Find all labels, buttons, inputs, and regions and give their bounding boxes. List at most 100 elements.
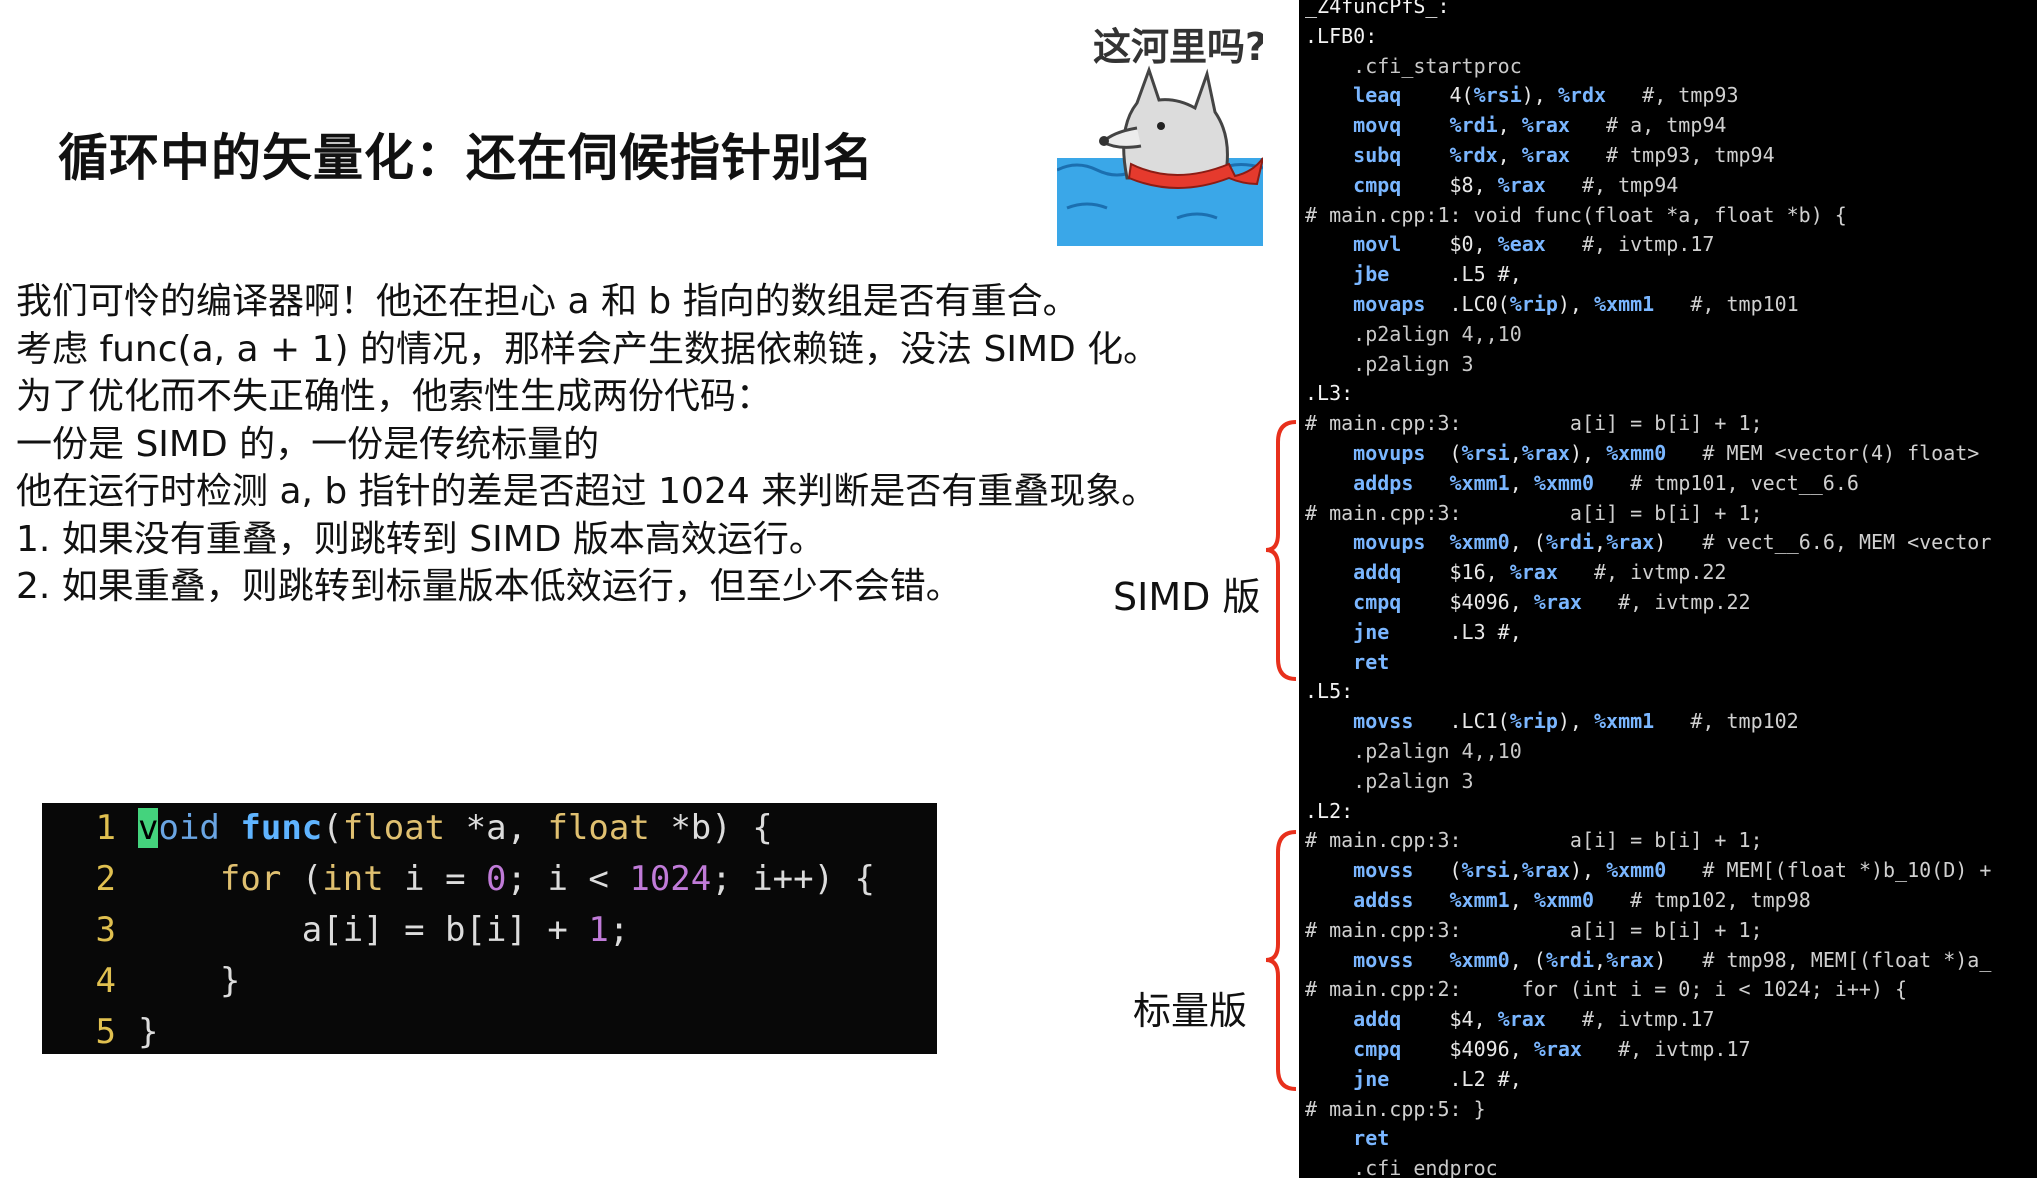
asm-comment: # tmp98, MEM[(float *)a_: [1666, 947, 1992, 972]
asm-operands: $4096, %rax: [1449, 1037, 1582, 1061]
number: 1: [588, 910, 609, 950]
asm-line: # main.cpp:3: a[i] = b[i] + 1;: [1305, 409, 1763, 439]
asm-mnemonic: cmpq: [1353, 590, 1450, 614]
asm-operands: $16, %rax: [1449, 560, 1558, 585]
asm-mnemonic: movss: [1353, 709, 1450, 734]
asm-comment: # main.cpp:2: for (int i = 0; i < 1024; …: [1305, 977, 1908, 1002]
asm-operands: .L3 #,: [1449, 619, 1522, 644]
asm-operands: .LC1(%rip), %xmm1: [1449, 709, 1655, 734]
asm-mnemonic: movups: [1353, 441, 1450, 465]
asm-mnemonic: ret: [1353, 1126, 1450, 1151]
asm-comment: # main.cpp:3: a[i] = b[i] + 1;: [1305, 411, 1763, 436]
asm-line: # main.cpp:1: void func(float *a, float …: [1305, 201, 1847, 231]
asm-line: subq %rdx, %rax # tmp93, tmp94: [1305, 141, 1774, 171]
asm-line: movq %rdi, %rax # a, tmp94: [1305, 111, 1726, 141]
asm-operands: 4(%rsi), %rdx: [1449, 83, 1607, 108]
asm-label: .L5:: [1305, 679, 1354, 704]
code-text: }: [138, 1012, 159, 1052]
asm-line: leaq 4(%rsi), %rdx #, tmp93: [1305, 81, 1738, 111]
asm-operands: %xmm0, (%rdi,%rax): [1449, 947, 1667, 972]
number: 1024: [629, 859, 712, 899]
asm-line: cmpq $8, %rax #, tmp94: [1305, 171, 1678, 201]
asm-operands: %rdi, %rax: [1449, 113, 1570, 138]
code-text: (: [322, 808, 343, 848]
asm-mnemonic: addps: [1353, 470, 1450, 495]
asm-comment: # main.cpp:5: }: [1305, 1096, 1486, 1121]
asm-comment: #, tmp94: [1545, 172, 1679, 197]
explanation-line: 1. 如果没有重叠，则跳转到 SIMD 版本高效运行。: [16, 518, 825, 560]
asm-line: .cfi_endproc: [1305, 1154, 1498, 1178]
asm-line: addq $16, %rax #, ivtmp.22: [1305, 558, 1726, 588]
line-number: 1: [95, 808, 116, 848]
asm-operands: %xmm1, %xmm0: [1449, 888, 1595, 912]
line-number: 3: [95, 910, 116, 950]
asm-mnemonic: movss: [1353, 858, 1450, 883]
simd-brace: [1265, 420, 1297, 681]
asm-mnemonic: jbe: [1353, 262, 1450, 287]
asm-operands: .LC0(%rip), %xmm1: [1449, 292, 1655, 316]
asm-line: .cfi_startproc: [1305, 52, 1522, 82]
asm-operands: $8, %rax: [1449, 172, 1546, 197]
dog-in-water-icon: [1057, 65, 1263, 246]
explanation-line: 考虑 func(a, a + 1) 的情况，那样会产生数据依赖链，没法 SIMD…: [16, 328, 1160, 370]
asm-comment: # main.cpp:1: void func(float *a, float …: [1305, 202, 1847, 227]
code-text: }: [138, 961, 241, 1001]
source-code-editor: 1 void func(float *a, float *b) { 2 for (…: [42, 803, 937, 1054]
code-line: 5}: [42, 1007, 159, 1058]
asm-comment: # main.cpp:3: a[i] = b[i] + 1;: [1305, 917, 1763, 942]
asm-mnemonic: movq: [1353, 113, 1450, 138]
asm-line: cmpq $4096, %rax #, ivtmp.17: [1305, 1035, 1751, 1065]
asm-line: movups %xmm0, (%rdi,%rax) # vect__6.6, M…: [1305, 528, 1991, 558]
asm-comment: #, ivtmp.17: [1545, 232, 1715, 257]
type: int: [322, 859, 384, 899]
asm-mnemonic: ret: [1353, 649, 1450, 674]
code-text: ;: [608, 910, 630, 950]
asm-line: ret: [1305, 1124, 1450, 1154]
asm-operands: (%rsi,%rax), %xmm0: [1449, 441, 1667, 465]
asm-line: .p2align 3: [1305, 767, 1473, 797]
asm-label: .L3:: [1305, 381, 1354, 406]
asm-comment: # tmp101, vect__6.6: [1594, 470, 1859, 495]
asm-line: jne .L2 #,: [1305, 1065, 1522, 1095]
asm-label: .L2:: [1305, 798, 1354, 823]
asm-comment: #, tmp102: [1654, 709, 1799, 734]
scalar-version-label: 标量版: [1133, 989, 1248, 1033]
asm-line: movups (%rsi,%rax), %xmm0 # MEM <vector(…: [1305, 439, 1979, 469]
asm-line: cmpq $4096, %rax #, ivtmp.22: [1305, 588, 1751, 618]
asm-operands: (%rsi,%rax), %xmm0: [1449, 858, 1667, 883]
asm-line: movl $0, %eax #, ivtmp.17: [1305, 230, 1714, 260]
asm-line: movss %xmm0, (%rdi,%rax) # tmp98, MEM[(f…: [1305, 946, 1991, 976]
asm-mnemonic: movups: [1353, 530, 1450, 555]
asm-comment: #, ivtmp.22: [1557, 560, 1727, 585]
asm-line: movaps .LC0(%rip), %xmm1 #, tmp101: [1305, 290, 1799, 320]
asm-mnemonic: subq: [1353, 143, 1450, 167]
type: float: [342, 808, 446, 848]
asm-line: .L3:: [1305, 379, 1353, 409]
code-text: i =: [383, 859, 487, 899]
code-text: ; i <: [506, 859, 630, 899]
asm-mnemonic: cmpq: [1353, 172, 1450, 197]
explanation-text: 我们可怜的编译器啊！他还在担心 a 和 b 指向的数组是否有重合。 考虑 fun…: [16, 278, 1159, 611]
asm-comment: #, ivtmp.17: [1581, 1037, 1751, 1061]
line-number: 4: [95, 961, 116, 1001]
simd-version-label: SIMD 版: [1113, 575, 1261, 619]
number: 0: [486, 859, 507, 899]
asm-line: .p2align 4,,10: [1305, 737, 1522, 767]
asm-mnemonic: jne: [1353, 619, 1450, 644]
code-line: 4 }: [42, 956, 241, 1007]
code-text: (: [281, 859, 323, 899]
explanation-line: 他在运行时检测 a, b 指针的差是否超过 1024 来判断是否有重叠现象。: [16, 471, 1158, 512]
asm-line: .LFB0:: [1305, 22, 1377, 52]
keyword: oid: [158, 808, 220, 848]
asm-comment: # main.cpp:3: a[i] = b[i] + 1;: [1305, 500, 1763, 525]
asm-operands: .L2 #,: [1449, 1066, 1522, 1091]
asm-comment: #, ivtmp.22: [1581, 590, 1751, 614]
asm-line: # main.cpp:2: for (int i = 0; i < 1024; …: [1305, 975, 1907, 1005]
asm-mnemonic: leaq: [1353, 83, 1450, 108]
line-number: 5: [95, 1012, 116, 1052]
keyword: for: [219, 859, 282, 899]
asm-operands: %xmm1, %xmm0: [1449, 470, 1595, 495]
asm-label: _Z4funcPfS_:: [1305, 0, 1450, 18]
asm-line: movss .LC1(%rip), %xmm1 #, tmp102: [1305, 707, 1799, 737]
asm-line: addps %xmm1, %xmm0 # tmp101, vect__6.6: [1305, 469, 1859, 499]
